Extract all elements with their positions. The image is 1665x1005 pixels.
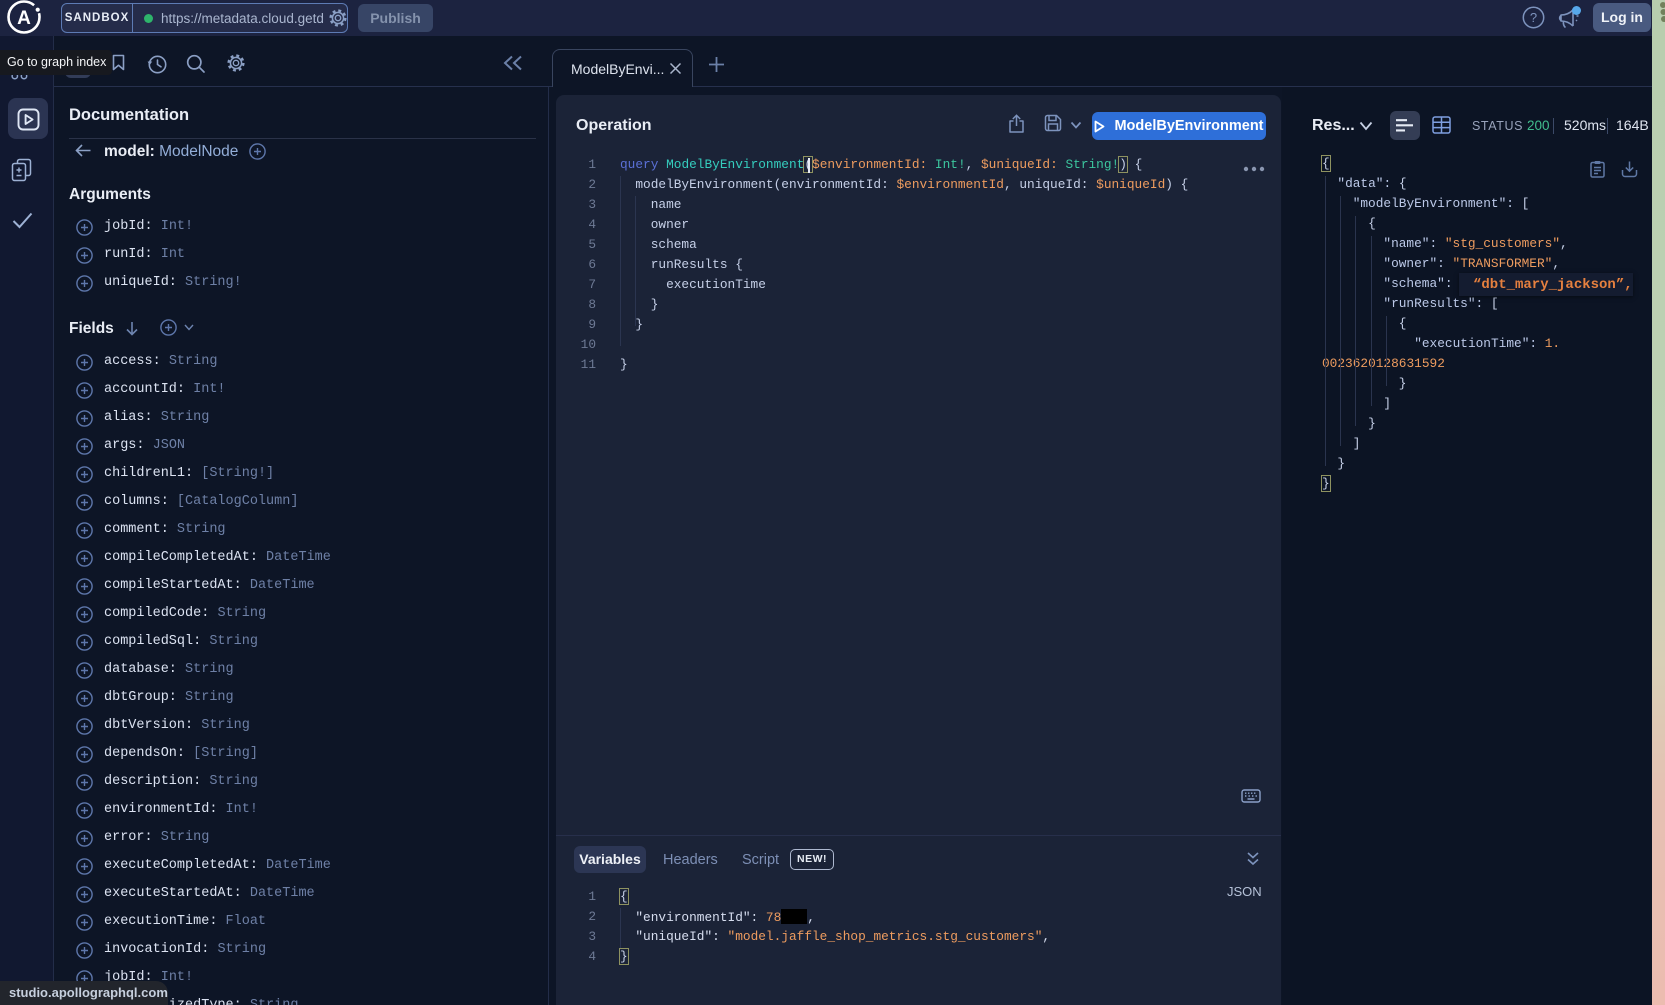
svg-text:?: ? (1530, 10, 1537, 25)
svg-text:A: A (17, 8, 31, 29)
